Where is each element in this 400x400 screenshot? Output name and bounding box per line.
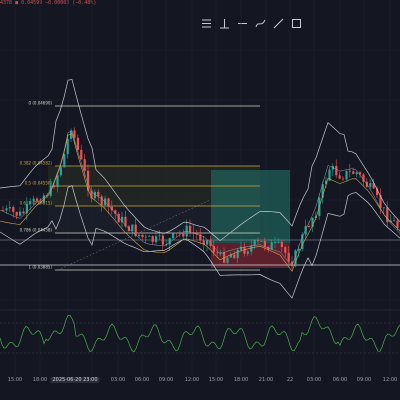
candle-body: [355, 172, 358, 174]
candle-body: [15, 211, 18, 216]
candle-body: [83, 159, 86, 171]
candle-body: [308, 225, 311, 227]
candle-body: [274, 242, 277, 243]
fib-level-label: 0.5 (0.04550): [25, 181, 53, 186]
candle-body: [182, 232, 185, 237]
candle-body: [144, 236, 147, 238]
candle-body: [59, 167, 62, 176]
candle-body: [100, 196, 103, 205]
time-axis-label: 09:00: [158, 377, 174, 383]
time-axis-label: 12:00: [382, 377, 398, 383]
candle-body: [352, 171, 355, 174]
fib-level-label: 0 (0.04690): [29, 101, 53, 106]
candle-body: [240, 246, 243, 251]
long-position-target: [211, 170, 290, 243]
candle-body: [348, 170, 351, 172]
price-pane[interactable]: 0 (0.04690) 0.382 (0.04582) 0.5 (0.04550) 0…: [0, 0, 400, 376]
candle-body: [29, 201, 32, 204]
time-axis-label: 21:00: [258, 377, 274, 383]
candle-body: [8, 207, 11, 209]
candle-body: [216, 252, 219, 254]
time-axis-label: 15:00: [208, 377, 224, 383]
candle-body: [178, 232, 181, 234]
time-axis-label: 06:00: [134, 377, 150, 383]
candle-body: [138, 234, 141, 237]
candle-body: [382, 207, 385, 209]
candle-body: [56, 175, 59, 188]
candle-body: [206, 240, 209, 245]
candle-body: [2, 210, 5, 211]
candle-body: [148, 235, 151, 237]
candle-body: [284, 247, 287, 253]
candle-body: [396, 220, 399, 228]
fib-level-label: 0.786 (0.04458): [20, 228, 53, 233]
candle-body: [131, 224, 134, 232]
time-axis-label: 03:00: [306, 377, 322, 383]
candle-body: [263, 241, 266, 247]
candle-body: [80, 149, 83, 160]
candle-body: [172, 232, 175, 239]
candle-body: [287, 252, 290, 262]
candle-body: [19, 211, 22, 216]
time-axis-label: 18:00: [32, 377, 48, 383]
candle-body: [151, 235, 154, 243]
time-cursor-label: 2025-06-20 23:00: [50, 377, 100, 383]
time-axis-label: 15:00: [7, 377, 23, 383]
candle-body: [226, 257, 229, 263]
candle-body: [168, 238, 171, 245]
time-axis-label: 22: [286, 377, 294, 383]
candle-body: [155, 236, 158, 243]
candle-body: [63, 154, 66, 168]
candle-body: [36, 198, 39, 202]
time-axis-label: 06:00: [332, 377, 348, 383]
candle-body: [260, 241, 263, 242]
candle-body: [253, 240, 256, 246]
candle-body: [22, 211, 25, 214]
candle-body: [280, 241, 283, 248]
fib-level-label: 0.382 (0.04582): [20, 161, 53, 166]
candle-body: [277, 241, 280, 243]
candle-body: [393, 220, 396, 222]
trading-chart[interactable]: 4378 ■ 0.04599 −0.00003 (−0.48%) 0 (0.04…: [0, 0, 400, 400]
candle-body: [345, 170, 348, 180]
candle-body: [32, 198, 35, 202]
candle-body: [246, 251, 249, 254]
candle-body: [185, 225, 188, 237]
candle-body: [335, 165, 338, 176]
candle-body: [219, 252, 222, 253]
candle-body: [5, 208, 8, 211]
candle-body: [297, 249, 300, 251]
time-axis-label: 09:00: [356, 377, 372, 383]
time-axis-label: 03:00: [110, 377, 126, 383]
candle-body: [97, 191, 100, 197]
candle-body: [189, 225, 192, 232]
candle-body: [141, 234, 144, 238]
candle-body: [369, 183, 372, 187]
time-axis-label: 18:00: [233, 377, 249, 383]
candle-body: [175, 232, 178, 234]
time-axis-label: 12:00: [184, 377, 200, 383]
candle-body: [270, 242, 273, 250]
candle-body: [161, 235, 164, 245]
candle-body: [257, 240, 260, 242]
candle-body: [12, 207, 15, 212]
candle-body: [236, 250, 239, 259]
candle-body: [233, 254, 236, 259]
time-axis[interactable]: 15:00 18:00 2025-06-20 23:00 03:00 06:00 09:0…: [0, 376, 400, 386]
candle-body: [342, 178, 345, 180]
candle-body: [338, 175, 341, 179]
candle-body: [304, 225, 307, 235]
candle-body: [158, 235, 161, 237]
